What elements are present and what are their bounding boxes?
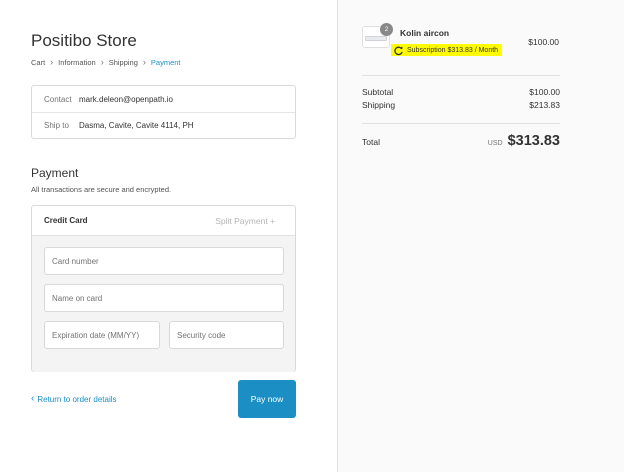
subtotal-value: $100.00 — [529, 87, 560, 97]
chevron-left-icon: ‹ — [31, 393, 35, 404]
pay-now-button[interactable]: Pay now — [238, 380, 296, 418]
summary-divider — [362, 75, 560, 76]
expiration-date-input[interactable] — [44, 321, 160, 349]
return-to-order-link[interactable]: ‹ Return to order details — [31, 394, 117, 404]
return-link-label: Return to order details — [37, 394, 117, 404]
breadcrumb: Cart › Information › Shipping › Payment — [31, 57, 181, 68]
total-currency: USD — [487, 140, 503, 147]
credit-card-form — [32, 236, 295, 372]
subscription-text: Subscription $313.83 / Month — [407, 46, 499, 54]
ship-to-value: Dasma, Cavite, Cavite 4114, PH — [79, 121, 194, 130]
card-number-input[interactable] — [44, 247, 284, 275]
breadcrumb-cart[interactable]: Cart — [31, 58, 45, 67]
breadcrumb-payment: Payment — [150, 58, 181, 67]
payment-method-box: Credit Card Split Payment + — [31, 205, 296, 372]
shipping-row: Shipping $213.83 — [362, 100, 560, 110]
shipping-label: Shipping — [362, 100, 396, 110]
total-value: $313.83 — [507, 133, 560, 149]
subscription-label: Subscription $313.83 / Month — [391, 44, 503, 56]
shipping-value: $213.83 — [529, 100, 560, 110]
tab-credit-card[interactable]: Credit Card — [44, 216, 88, 225]
chevron-right-icon: › — [142, 57, 146, 67]
contact-row: Contact mark.deleon@openpath.io — [32, 86, 295, 112]
name-on-card-input[interactable] — [44, 284, 284, 312]
payment-subtext: All transactions are secure and encrypte… — [31, 185, 172, 194]
security-code-input[interactable] — [169, 321, 284, 349]
ship-to-label: Ship to — [44, 121, 69, 130]
ship-to-row: Ship to Dasma, Cavite, Cavite 4114, PH — [32, 112, 295, 138]
tab-split-payment[interactable]: Split Payment + — [215, 216, 275, 226]
contact-label: Contact — [44, 94, 72, 104]
payment-tabs: Credit Card Split Payment + — [32, 206, 295, 236]
aircon-image — [365, 36, 387, 41]
breadcrumb-shipping[interactable]: Shipping — [109, 58, 138, 67]
chevron-right-icon: › — [100, 57, 104, 67]
total-amount: USD $313.83 — [488, 133, 560, 149]
total-label: Total — [362, 137, 380, 147]
subtotal-label: Subtotal — [362, 87, 394, 97]
chevron-right-icon: › — [50, 57, 54, 67]
payment-heading: Payment — [31, 166, 79, 180]
product-price: $100.00 — [528, 37, 559, 47]
product-name: Kolin aircon — [400, 28, 450, 38]
review-info-box: Contact mark.deleon@openpath.io Ship to … — [31, 85, 296, 139]
contact-value: mark.deleon@openpath.io — [79, 94, 173, 104]
subtotal-row: Subtotal $100.00 — [362, 87, 560, 97]
quantity-badge: 2 — [380, 23, 393, 36]
store-title[interactable]: Positibo Store — [31, 31, 137, 51]
refresh-icon — [394, 45, 403, 55]
total-divider — [362, 123, 560, 124]
order-summary-panel — [337, 0, 624, 472]
breadcrumb-information[interactable]: Information — [58, 58, 96, 67]
